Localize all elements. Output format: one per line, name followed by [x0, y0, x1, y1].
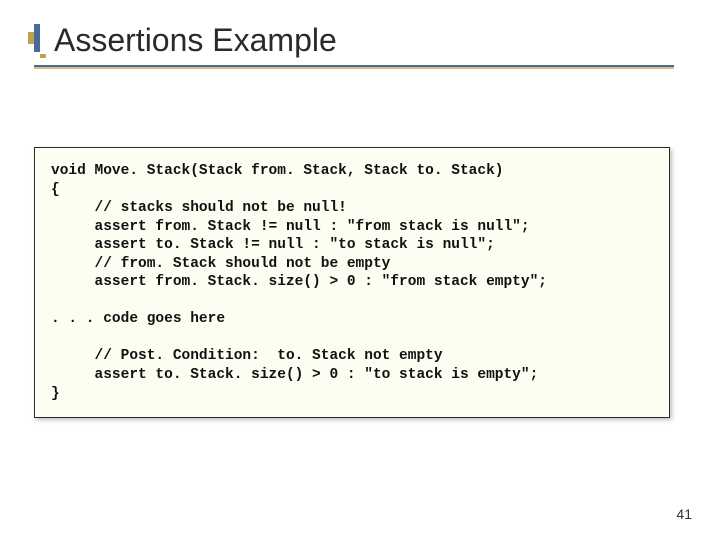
slide: Assertions Example void Move. Stack(Stac… [0, 0, 720, 540]
code-line: assert from. Stack != null : "from stack… [51, 219, 530, 235]
slide-title: Assertions Example [54, 22, 686, 59]
code-line: assert to. Stack != null : "to stack is … [51, 237, 495, 253]
code-line: // Post. Condition: to. Stack not empty [51, 348, 443, 364]
code-line: void Move. Stack(Stack from. Stack, Stac… [51, 163, 503, 179]
code-line: assert to. Stack. size() > 0 : "to stack… [51, 367, 538, 383]
accent-decoration [34, 24, 40, 52]
code-line: { [51, 182, 60, 198]
code-block: void Move. Stack(Stack from. Stack, Stac… [51, 162, 653, 403]
code-line: } [51, 386, 60, 402]
code-line: // stacks should not be null! [51, 200, 347, 216]
code-line: . . . code goes here [51, 311, 225, 327]
code-example-box: void Move. Stack(Stack from. Stack, Stac… [34, 147, 670, 418]
code-line: // from. Stack should not be empty [51, 256, 390, 272]
title-underline [34, 65, 674, 67]
page-number: 41 [676, 506, 692, 522]
code-line: assert from. Stack. size() > 0 : "from s… [51, 274, 547, 290]
